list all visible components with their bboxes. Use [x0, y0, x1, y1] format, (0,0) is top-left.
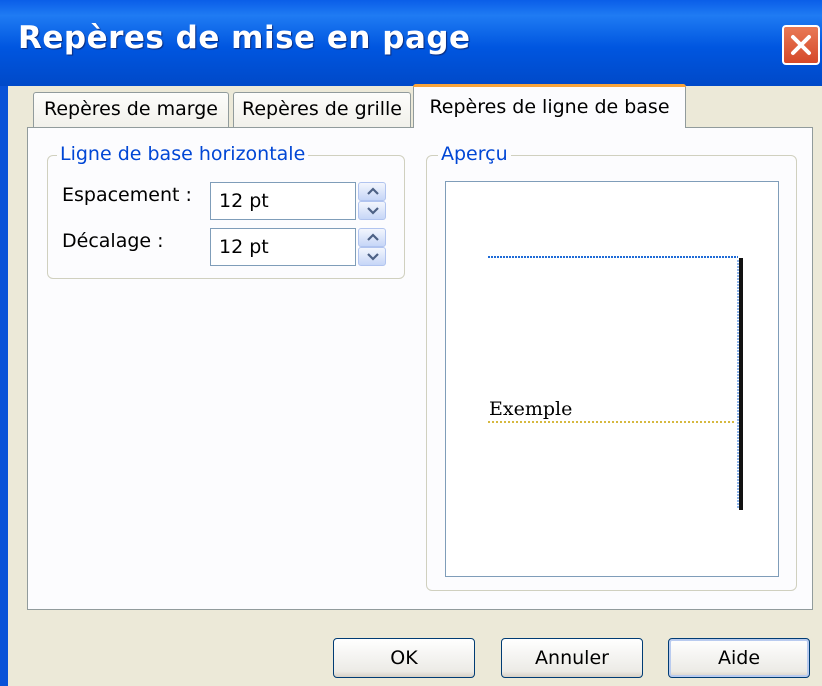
- preview-group-label: Aperçu: [438, 143, 511, 165]
- window-frame-left: [0, 86, 8, 686]
- spacing-label: Espacement :: [62, 184, 192, 206]
- chevron-up-icon: [367, 187, 379, 195]
- horizontal-baseline-group-label: Ligne de base horizontale: [57, 143, 309, 165]
- close-button[interactable]: [782, 25, 820, 65]
- title-bar[interactable]: Repères de mise en page: [0, 0, 822, 86]
- preview-graphic: [488, 256, 743, 510]
- sample-text: Exemple: [489, 398, 573, 420]
- offset-spinner[interactable]: [358, 228, 386, 266]
- tab-baseline-guides[interactable]: Repères de ligne de base: [413, 84, 686, 128]
- offset-label: Décalage :: [62, 230, 164, 252]
- spacing-down-button[interactable]: [358, 201, 386, 220]
- offset-down-button[interactable]: [358, 247, 386, 266]
- offset-input[interactable]: 12 pt: [210, 228, 356, 266]
- ok-button[interactable]: OK: [333, 638, 475, 678]
- cancel-button[interactable]: Annuler: [501, 638, 643, 678]
- tab-grid-guides[interactable]: Repères de grille: [233, 92, 411, 128]
- offset-up-button[interactable]: [358, 228, 386, 247]
- window-title: Repères de mise en page: [18, 20, 471, 56]
- help-button[interactable]: Aide: [668, 638, 810, 678]
- spacing-spinner[interactable]: [358, 182, 386, 220]
- chevron-down-icon: [367, 253, 379, 261]
- chevron-down-icon: [367, 207, 379, 215]
- close-icon: [791, 35, 811, 55]
- preview-area: Exemple: [445, 181, 779, 577]
- chevron-up-icon: [367, 233, 379, 241]
- tab-margin-guides[interactable]: Repères de marge: [33, 92, 229, 128]
- spacing-input[interactable]: 12 pt: [210, 182, 356, 220]
- spacing-up-button[interactable]: [358, 182, 386, 201]
